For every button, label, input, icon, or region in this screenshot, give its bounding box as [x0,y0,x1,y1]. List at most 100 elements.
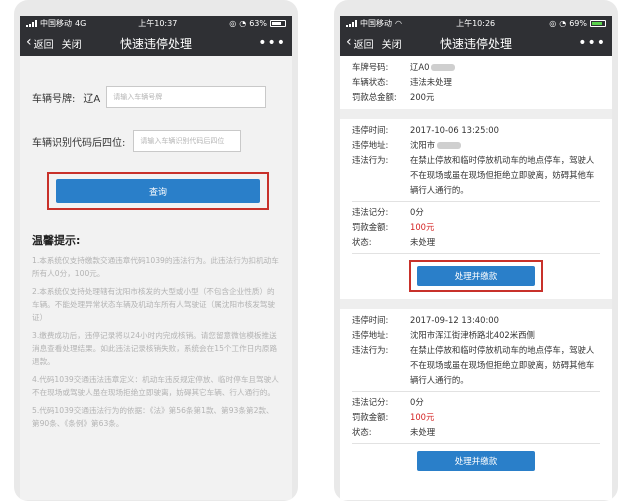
carrier-label: 中国移动 [40,18,72,28]
query-highlight: 查询 [47,172,269,210]
state-value: 未处理 [410,427,436,437]
vin-label: 车辆识别代码后四位: [32,137,126,149]
summary-row: 车辆状态: 违法未处理 [352,75,600,90]
points-value: 0分 [410,397,424,407]
signal-icon [26,19,37,27]
record-row: 违停时间: 2017-10-06 13:25:00 [352,123,600,138]
place-value: 沈阳市 [410,140,436,150]
query-form: 车辆号牌: 辽A 请输入车辆号牌 车辆识别代码后四位: 请输入车辆识别代码后四位… [20,56,292,500]
query-button[interactable]: 查询 [56,179,260,203]
time-value: 2017-09-12 13:40:00 [410,315,499,325]
record-row: 状态: 未处理 [352,235,600,250]
time-key: 违停时间: [352,315,389,325]
time-key: 违停时间: [352,125,389,135]
status-bar: 中国移动 4G 上午10:37 ◎ ◔ 63% [20,16,292,30]
record-row: 罚款金额: 100元 [352,220,600,235]
back-button[interactable]: ‹ 返回 [26,34,54,51]
process-and-pay-button[interactable]: 处理并缴款 [417,451,535,471]
row-divider [352,201,600,202]
act-key: 违法行为: [352,155,389,165]
pay-highlight: 处理并缴款 [409,260,543,292]
row-divider [352,391,600,392]
plate-label: 车辆号牌: [32,93,76,105]
row-divider [352,253,600,254]
act-value: 在禁止停放和临时停放机动车的地点停车，驾驶人不在现场或虽在现场但拒绝立即驶离，妨… [410,155,595,195]
act-value: 在禁止停放和临时停放机动车的地点停车，驾驶人不在现场或虽在现场但拒绝立即驶离，妨… [410,345,595,385]
close-button[interactable]: 关闭 [62,36,82,51]
chevron-left-icon: ‹ [346,34,352,50]
fine-key: 罚款金额: [352,222,389,232]
record-row: 违法记分: 0分 [352,395,600,410]
summary-row: 车牌号码: 辽A0 [352,60,600,75]
tip-item: 3.缴费成功后，违停记录将以24小时内完成核销。请您留意微信模板推送消息查看处理… [32,331,278,366]
screen-right: 中国移动 ◠ 上午10:26 ◎ ◔ 69% ‹ 返回 关闭 快速违停处理 ••… [340,16,612,500]
orientation-icon: ◔ [559,18,567,28]
section-divider [340,299,612,309]
battery-percent: 63% [249,18,267,28]
tips-title: 温馨提示: [32,234,81,247]
result-list: 车牌号码: 辽A0 车辆状态: 违法未处理 罚款总金额: 200元 违停时间: 2… [340,56,612,500]
screen-left: 中国移动 4G 上午10:37 ◎ ◔ 63% ‹ 返回 关闭 快速违停处理 •… [20,16,292,500]
record-row: 状态: 未处理 [352,425,600,440]
record-row: 违停地址: 沈阳市 [352,138,600,153]
violation-record: 违停时间: 2017-10-06 13:25:00 违停地址: 沈阳市 违法行为: 在… [340,119,612,299]
phone-right: 中国移动 ◠ 上午10:26 ◎ ◔ 69% ‹ 返回 关闭 快速违停处理 ••… [334,0,618,501]
more-icon[interactable]: ••• [258,35,286,51]
time-label: 上午10:26 [456,18,496,28]
record-row: 违法行为: 在禁止停放和临时停放机动车的地点停车，驾驶人不在现场或虽在现场但拒绝立… [352,153,600,198]
points-key: 违法记分: [352,397,389,407]
location-icon: ◎ [229,18,237,28]
fine-value: 100元 [410,412,435,422]
plate-number-value: 辽A0 [410,62,430,72]
summary-block: 车牌号码: 辽A0 车辆状态: 违法未处理 罚款总金额: 200元 [340,56,612,109]
time-value: 2017-10-06 13:25:00 [410,125,499,135]
record-row: 违停地址: 沈阳市浑江街津桥路北402米西侧 [352,328,600,343]
back-button[interactable]: ‹ 返回 [346,34,374,51]
network-label: 4G [75,18,87,28]
record-row: 违法行为: 在禁止停放和临时停放机动车的地点停车，驾驶人不在现场或虽在现场但拒绝立… [352,343,600,388]
act-key: 违法行为: [352,345,389,355]
state-key: 状态: [352,237,372,247]
time-label: 上午10:37 [138,18,178,28]
record-row: 违停时间: 2017-09-12 13:40:00 [352,313,600,328]
violation-record: 违停时间: 2017-09-12 13:40:00 违停地址: 沈阳市浑江街津桥路北… [340,309,612,478]
more-icon[interactable]: ••• [578,35,606,51]
total-fine-label: 罚款总金额: [352,92,397,102]
plate-row: 车辆号牌: 辽A 请输入车辆号牌 [20,84,292,110]
signal-icon [346,19,357,27]
redacted-mask [437,142,462,149]
process-and-pay-button[interactable]: 处理并缴款 [417,266,535,286]
state-key: 状态: [352,427,372,437]
fine-value: 100元 [410,222,435,232]
row-divider [352,443,600,444]
state-value: 未处理 [410,237,436,247]
nav-bar: ‹ 返回 关闭 快速违停处理 ••• [340,30,612,56]
vin-input[interactable]: 请输入车辆识别代码后四位 [133,130,242,152]
place-key: 违停地址: [352,140,389,150]
chevron-left-icon: ‹ [26,34,32,50]
record-row: 违法记分: 0分 [352,205,600,220]
plate-input[interactable]: 请输入车辆号牌 [106,86,267,108]
back-label: 返回 [353,39,374,51]
place-key: 违停地址: [352,330,389,340]
plate-prefix[interactable]: 辽A [83,90,100,105]
section-divider [340,109,612,119]
vin-row: 车辆识别代码后四位: 请输入车辆识别代码后四位 [20,128,292,154]
back-label: 返回 [33,39,54,51]
close-button[interactable]: 关闭 [382,36,402,51]
tip-item: 1.本系统仅支持缴款交通违章代码1039的违法行为。此违法行为扣机动车所有人0分… [32,256,279,278]
fine-key: 罚款金额: [352,412,389,422]
place-value: 沈阳市浑江街津桥路北402米西侧 [410,330,535,340]
status-bar: 中国移动 ◠ 上午10:26 ◎ ◔ 69% [340,16,612,30]
plate-number-label: 车牌号码: [352,62,389,72]
tip-item: 5.代码1039交通违法行为的依据：《法》第56条第1款、第93条第2款、第90… [32,406,274,428]
nav-bar: ‹ 返回 关闭 快速违停处理 ••• [20,30,292,56]
orientation-icon: ◔ [239,18,247,28]
battery-percent: 69% [569,18,587,28]
vehicle-status-value: 违法未处理 [410,77,452,87]
phone-left: 中国移动 4G 上午10:37 ◎ ◔ 63% ‹ 返回 关闭 快速违停处理 •… [14,0,298,501]
vehicle-status-label: 车辆状态: [352,77,389,87]
points-key: 违法记分: [352,207,389,217]
redacted-mask [431,64,456,71]
wifi-icon: ◠ [395,18,402,28]
